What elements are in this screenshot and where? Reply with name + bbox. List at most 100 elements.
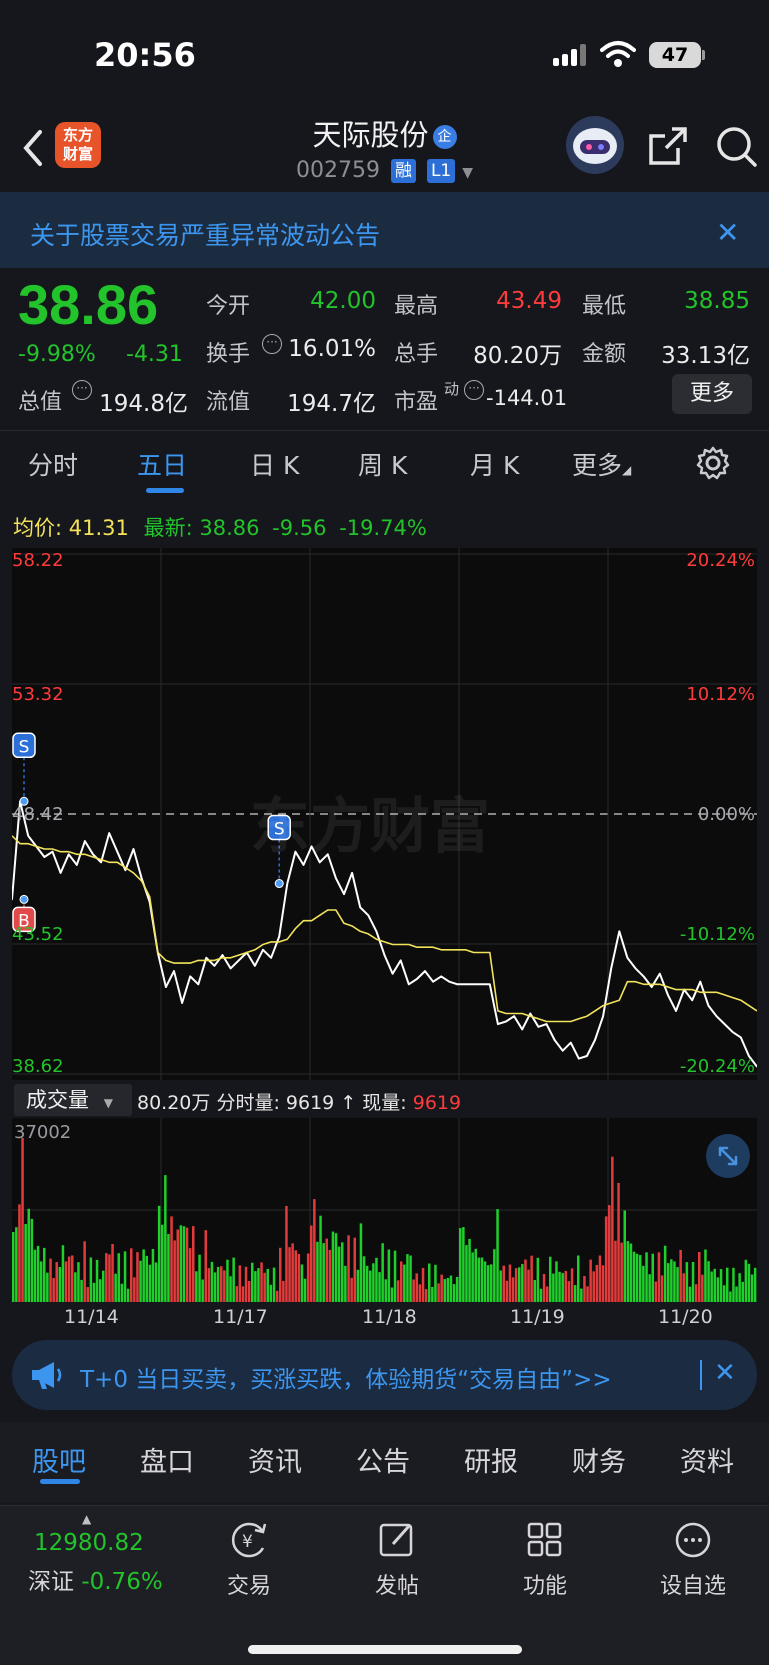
- price-point: [594, 1039, 596, 1041]
- tab-announcements[interactable]: 公告: [356, 1440, 410, 1479]
- wifi-icon: [600, 40, 636, 72]
- stock-name: 天际股份: [312, 118, 429, 152]
- functions-label: 功能: [522, 1574, 567, 1599]
- expand-icon[interactable]: [706, 1134, 750, 1178]
- volume-bar: [179, 1225, 183, 1302]
- info-icon[interactable]: ···: [72, 380, 92, 400]
- volume-bar: [617, 1182, 620, 1302]
- tab-news[interactable]: 资讯: [248, 1440, 302, 1479]
- close-icon[interactable]: ✕: [716, 216, 739, 249]
- more-button[interactable]: 更多: [672, 374, 752, 414]
- post-button[interactable]: 发帖: [352, 1520, 442, 1600]
- tab-financials[interactable]: 财务: [572, 1440, 626, 1479]
- search-icon[interactable]: [714, 124, 758, 172]
- promo-text[interactable]: T+0 当日买卖，买涨买跌，体验期货“交易自由”>>: [80, 1360, 612, 1394]
- volume-bar: [220, 1266, 223, 1302]
- volume-bar: [539, 1288, 543, 1302]
- volume-bar: [145, 1255, 148, 1302]
- volume-bar: [561, 1273, 564, 1302]
- price-point: [675, 1010, 677, 1012]
- index-value[interactable]: 12980.82: [34, 1530, 144, 1556]
- volume-bar: [415, 1273, 418, 1302]
- volume-bar: [154, 1262, 158, 1302]
- market-cap-label: 总值: [18, 390, 63, 415]
- volume-bar: [83, 1241, 86, 1302]
- y-right-tick: -10.12%: [679, 924, 755, 945]
- volume-bar: [667, 1263, 670, 1302]
- volume-bar: [176, 1229, 179, 1302]
- svg-text:¥: ¥: [242, 1532, 253, 1552]
- volume-bar: [657, 1252, 661, 1302]
- volume-bar: [359, 1223, 363, 1302]
- tab-daily-k[interactable]: 日 K: [250, 446, 299, 482]
- tab-pankou[interactable]: 盘口: [140, 1440, 194, 1479]
- chevron-down-icon: ▼: [103, 1096, 113, 1110]
- volume-bar: [710, 1271, 713, 1302]
- robot-assistant-icon[interactable]: [566, 116, 624, 174]
- volume-bar: [30, 1218, 34, 1302]
- volume-bar: [632, 1251, 636, 1302]
- functions-button[interactable]: 功能: [500, 1520, 590, 1600]
- volume-bar: [117, 1253, 120, 1302]
- trade-button[interactable]: ¥ 交易: [204, 1520, 294, 1600]
- high-label: 最高: [394, 294, 439, 319]
- price-point: [181, 1002, 183, 1004]
- volume-bar: [747, 1263, 751, 1302]
- volume-bar: [260, 1262, 263, 1302]
- volume-bar: [294, 1250, 297, 1302]
- volume-bar: [282, 1280, 285, 1302]
- price-point: [173, 970, 175, 972]
- price-point: [124, 869, 127, 871]
- tab-weekly-k[interactable]: 周 K: [358, 446, 407, 482]
- volume-bar: [263, 1272, 266, 1302]
- volume-bar: [623, 1210, 626, 1302]
- volume-bar: [356, 1269, 360, 1302]
- volume-bar: [505, 1280, 509, 1302]
- indicator-select[interactable]: 成交量 ▼: [14, 1084, 132, 1116]
- volume-bar: [291, 1243, 294, 1302]
- price-point: [626, 957, 629, 959]
- close-icon[interactable]: ✕: [714, 1358, 736, 1388]
- volume-bar: [704, 1249, 707, 1302]
- share-icon[interactable]: [648, 126, 688, 170]
- info-icon[interactable]: ···: [262, 334, 282, 354]
- tab-more-periods[interactable]: 更多◢: [572, 446, 631, 482]
- price-point: [618, 930, 621, 933]
- volume-bar: [589, 1259, 592, 1302]
- volume-chart[interactable]: [12, 1118, 757, 1302]
- announcement-text[interactable]: 关于股票交易严重异常波动公告: [30, 216, 380, 252]
- volume-bar: [459, 1228, 462, 1302]
- volume-bar: [344, 1265, 347, 1302]
- tab-monthly-k[interactable]: 月 K: [470, 446, 519, 482]
- grid-icon: [527, 1522, 562, 1557]
- add-watchlist-button[interactable]: 设自选: [648, 1520, 738, 1600]
- post-label: 发帖: [374, 1574, 419, 1599]
- volume-bar: [185, 1227, 189, 1302]
- tab-guba[interactable]: 股吧: [32, 1440, 86, 1479]
- open-value: 42.00: [310, 288, 376, 314]
- tab-profile[interactable]: 资料: [680, 1440, 734, 1479]
- volume-bar: [375, 1257, 378, 1302]
- amount-label: 金额: [582, 342, 627, 367]
- tab-five-day[interactable]: 五日: [137, 446, 187, 482]
- price-point: [375, 930, 378, 933]
- index-line[interactable]: 深证 -0.76%: [28, 1562, 163, 1596]
- volume-bar: [123, 1251, 127, 1302]
- tab-intraday[interactable]: 分时: [28, 446, 78, 482]
- volume-bar: [164, 1175, 167, 1302]
- volume-bar: [297, 1254, 301, 1302]
- volume-bar: [490, 1264, 493, 1302]
- chevron-up-icon[interactable]: ▲: [82, 1512, 91, 1526]
- price-point: [723, 1023, 726, 1025]
- tab-research[interactable]: 研报: [464, 1440, 518, 1479]
- volume-bar: [223, 1270, 226, 1302]
- volume-bar: [713, 1268, 716, 1302]
- volume-bar: [381, 1243, 384, 1302]
- volume-bar: [316, 1241, 319, 1302]
- info-icon[interactable]: ···: [464, 380, 484, 400]
- volume-bar: [21, 1138, 24, 1302]
- volume-bar: [744, 1259, 748, 1302]
- volume-bar: [52, 1278, 55, 1302]
- price-point: [100, 861, 102, 864]
- gear-icon[interactable]: [696, 446, 730, 484]
